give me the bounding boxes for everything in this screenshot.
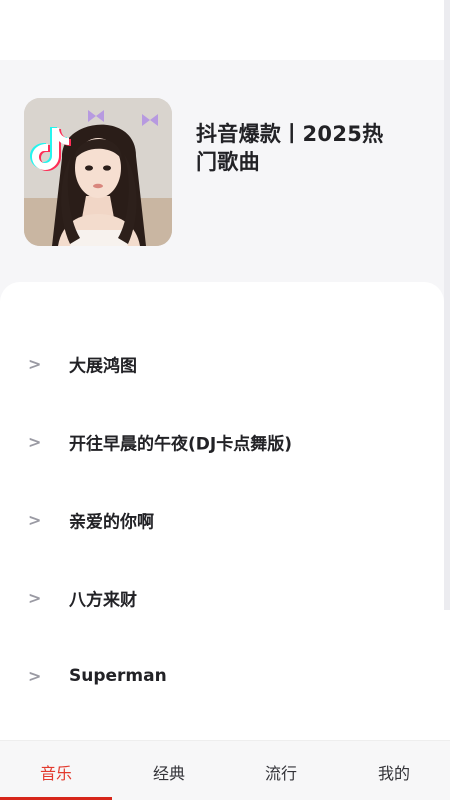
- song-list: > 大展鸿图 > 开往早晨的午夜(DJ卡点舞版) > 亲爱的你啊 > 八方来财 …: [0, 282, 444, 742]
- tab-popular[interactable]: 流行: [225, 741, 337, 800]
- status-area: [0, 0, 444, 60]
- chevron-right-icon: >: [28, 510, 42, 530]
- chevron-right-icon: >: [28, 432, 42, 452]
- song-item[interactable]: > Superman: [0, 646, 444, 706]
- song-item[interactable]: > 八方来财: [0, 568, 444, 628]
- app-screen: 抖音爆款丨2025热门歌曲 > 大展鸿图 > 开往早晨的午夜(DJ卡点舞版) >…: [0, 0, 450, 800]
- tab-classic[interactable]: 经典: [113, 741, 225, 800]
- chevron-right-icon: >: [28, 354, 42, 374]
- song-title: Superman: [69, 666, 167, 686]
- tab-label: 经典: [152, 764, 185, 783]
- tab-label: 流行: [264, 764, 297, 783]
- tab-label: 音乐: [39, 764, 72, 783]
- song-item[interactable]: > 开往早晨的午夜(DJ卡点舞版): [0, 412, 444, 472]
- song-title: 开往早晨的午夜(DJ卡点舞版): [69, 434, 292, 455]
- bottom-tab-bar: 音乐 经典 流行 我的: [0, 740, 450, 800]
- song-item[interactable]: > 亲爱的你啊: [0, 490, 444, 550]
- tab-music[interactable]: 音乐: [0, 741, 112, 800]
- scrollbar[interactable]: [444, 0, 450, 610]
- playlist-cover-image[interactable]: [24, 98, 172, 246]
- cover-artwork: [24, 98, 172, 246]
- song-item[interactable]: > 大展鸿图: [0, 334, 444, 394]
- chevron-right-icon: >: [28, 666, 42, 686]
- song-title: 大展鸿图: [69, 356, 137, 377]
- chevron-right-icon: >: [28, 588, 42, 608]
- song-title: 亲爱的你啊: [69, 512, 154, 533]
- tab-label: 我的: [377, 764, 410, 783]
- song-title: 八方来财: [69, 590, 137, 611]
- tab-mine[interactable]: 我的: [338, 741, 450, 800]
- playlist-title: 抖音爆款丨2025热门歌曲: [196, 122, 384, 174]
